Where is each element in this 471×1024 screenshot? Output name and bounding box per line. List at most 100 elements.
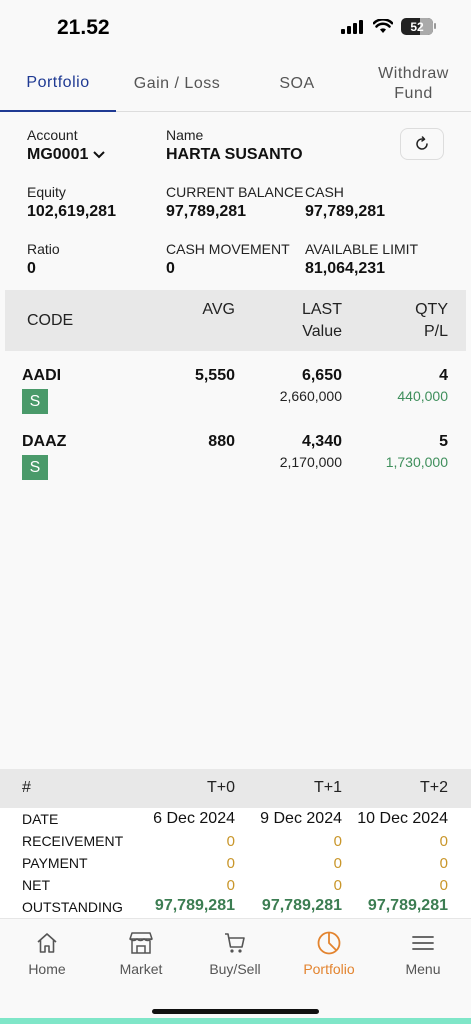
ratio-label: Ratio [27, 241, 60, 257]
settle-header-t1: T+1 [313, 779, 342, 796]
row-avg: 5,550 [194, 367, 235, 384]
settle-row-payment: PAYMENT 0 0 0 [0, 852, 471, 874]
holdings-table-header: CODE AVG LAST Value QTY P/L [5, 290, 466, 351]
settle-t1: 0 [333, 833, 342, 850]
settlement-header: # T+0 T+1 T+2 [0, 769, 471, 808]
settle-t2: 10 Dec 2024 [357, 810, 448, 827]
settle-t0: 0 [226, 855, 235, 872]
row-value: 2,170,000 [279, 454, 342, 470]
equity-label: Equity [27, 184, 66, 200]
cash-movement-label: CASH MOVEMENT [166, 241, 290, 257]
cart-icon [225, 933, 245, 953]
settle-t0: 97,789,281 [154, 897, 235, 914]
settle-t1: 9 Dec 2024 [260, 810, 342, 827]
settle-t1: 0 [333, 855, 342, 872]
row-qty: 4 [439, 367, 448, 384]
settle-t2: 0 [439, 877, 448, 894]
settlement-table: DATE 6 Dec 2024 9 Dec 2024 10 Dec 2024 R… [0, 808, 471, 918]
settle-t0: 6 Dec 2024 [153, 810, 235, 827]
account-field[interactable]: Account MG0001 [27, 127, 106, 164]
table-row[interactable]: AADI S 5,550 6,650 2,660,000 4 440,000 [0, 367, 471, 427]
chevron-down-icon [93, 151, 106, 159]
nav-market-label: Market [119, 961, 163, 977]
settle-label: OUTSTANDING [22, 899, 123, 915]
settle-row-date: DATE 6 Dec 2024 9 Dec 2024 10 Dec 2024 [0, 808, 471, 830]
sell-badge[interactable]: S [22, 389, 48, 414]
sell-badge[interactable]: S [22, 455, 48, 480]
settle-t2: 0 [439, 855, 448, 872]
current-balance-field: CURRENT BALANCE 97,789,281 [166, 184, 303, 221]
tab-soa[interactable]: SOA [238, 56, 356, 112]
row-code: DAAZ [22, 433, 67, 450]
nav-market[interactable]: Market [94, 929, 188, 977]
bottom-nav: Home Market Buy/Sell Portfolio Menu [0, 918, 471, 1018]
menu-icon [412, 936, 434, 950]
tab-gain-loss[interactable]: Gain / Loss [116, 56, 238, 112]
current-balance-value: 97,789,281 [166, 203, 247, 220]
settle-t2: 0 [439, 833, 448, 850]
pie-chart-icon [317, 931, 341, 955]
settle-label: PAYMENT [22, 855, 88, 871]
nav-menu-label: Menu [405, 961, 441, 977]
battery-level: 52 [410, 19, 424, 34]
header-value: Value [302, 323, 342, 340]
row-last: 6,650 [301, 367, 342, 384]
current-balance-label: CURRENT BALANCE [166, 184, 304, 200]
settle-t1: 0 [333, 877, 342, 894]
equity-value: 102,619,281 [27, 203, 116, 220]
settle-row-receivement: RECEIVEMENT 0 0 0 [0, 830, 471, 852]
row-pl: 1,730,000 [385, 454, 448, 470]
nav-home-label: Home [28, 961, 66, 977]
row-avg: 880 [208, 433, 235, 450]
settle-header-hash: # [22, 779, 31, 796]
cash-movement-field: CASH MOVEMENT 0 [166, 241, 290, 278]
available-limit-field: AVAILABLE LIMIT 81,064,231 [305, 241, 418, 278]
signal-icon [341, 19, 363, 34]
refresh-icon [416, 136, 428, 150]
account-value: MG0001 [27, 146, 89, 163]
available-limit-label: AVAILABLE LIMIT [305, 241, 419, 257]
cash-value: 97,789,281 [305, 203, 386, 220]
settle-t0: 0 [226, 877, 235, 894]
settle-header-t0: T+0 [206, 779, 235, 796]
settle-label: RECEIVEMENT [22, 833, 124, 849]
tab-withdraw-fund[interactable]: Withdraw Fund [356, 56, 471, 112]
account-label: Account [27, 127, 78, 143]
settle-t1: 97,789,281 [261, 897, 342, 914]
bottom-strip [0, 1018, 471, 1024]
settle-header-t2: T+2 [419, 779, 448, 796]
settle-row-outstanding: OUTSTANDING 97,789,281 97,789,281 97,789… [0, 896, 471, 918]
name-label: Name [166, 127, 204, 143]
status-icons: 52 [341, 18, 436, 35]
header-code: CODE [27, 312, 74, 329]
tab-withdraw-fund-label: Withdraw Fund [378, 65, 449, 102]
nav-menu[interactable]: Menu [376, 929, 470, 977]
name-field: Name HARTA SUSANTO [166, 127, 303, 164]
row-qty: 5 [439, 433, 448, 450]
wifi-icon [373, 19, 393, 33]
home-indicator [152, 1009, 319, 1014]
ratio-field: Ratio 0 [27, 241, 60, 278]
table-row[interactable]: DAAZ S 880 4,340 2,170,000 5 1,730,000 [0, 433, 471, 493]
nav-portfolio[interactable]: Portfolio [282, 929, 376, 977]
nav-buy-sell-label: Buy/Sell [209, 961, 261, 977]
row-value: 2,660,000 [279, 388, 342, 404]
equity-field: Equity 102,619,281 [27, 184, 116, 221]
home-icon [37, 933, 57, 953]
battery-icon: 52 [401, 18, 436, 35]
tab-portfolio[interactable]: Portfolio [0, 56, 116, 112]
refresh-button[interactable] [400, 128, 444, 160]
nav-home[interactable]: Home [0, 929, 94, 977]
header-pl: P/L [423, 323, 448, 340]
settle-label: NET [22, 877, 50, 893]
settle-label: DATE [22, 811, 59, 827]
row-code: AADI [22, 367, 62, 384]
nav-buy-sell[interactable]: Buy/Sell [188, 929, 282, 977]
header-last: LAST [301, 301, 342, 318]
cash-movement-value: 0 [166, 260, 175, 277]
nav-portfolio-label: Portfolio [303, 961, 355, 977]
row-last: 4,340 [301, 433, 342, 450]
cash-label: CASH [305, 184, 344, 200]
account-selector[interactable]: MG0001 [27, 146, 106, 164]
tab-bar: Portfolio Gain / Loss SOA Withdraw Fund [0, 56, 471, 112]
